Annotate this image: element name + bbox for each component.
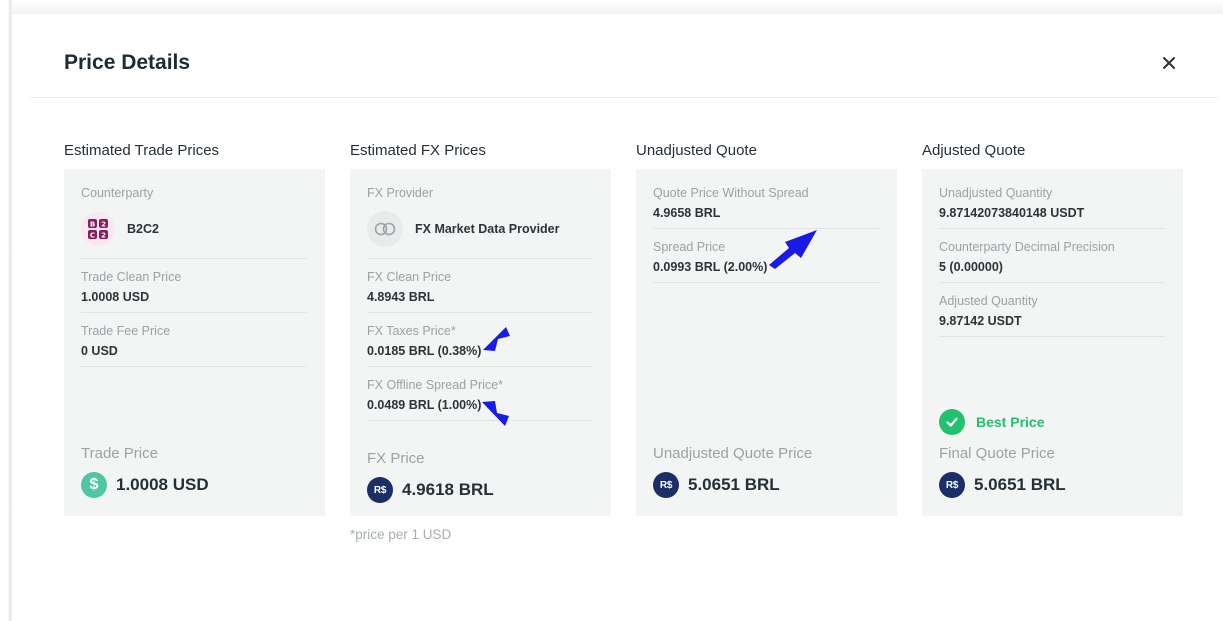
field-label: Trade Clean Price	[81, 270, 182, 284]
estimated-trade-prices-card: Counterparty B 2 C 2 B2C2 Trade Clean Pr…	[64, 169, 325, 516]
annotation-arrow-icon	[482, 401, 509, 426]
fx-price-value: 4.9618 BRL	[402, 480, 494, 499]
field-label: Spread Price	[653, 240, 726, 254]
modal-header: Price Details	[29, 27, 1219, 98]
b2c2-logo-icon: B 2 C 2	[81, 212, 115, 246]
divider	[81, 366, 307, 367]
divider	[367, 366, 593, 367]
spread-price-field: Spread Price 0.0993 BRL (2.00%)	[653, 240, 879, 274]
final-quote-price-label: Final Quote Price	[939, 445, 1055, 462]
unadjusted-quantity-field: Unadjusted Quantity 9.87142073840148 USD…	[939, 186, 1165, 220]
fx-provider-field: FX Provider	[367, 186, 593, 200]
unadjusted-quote-price-label: Unadjusted Quote Price	[653, 445, 813, 462]
counterparty-label: Counterparty	[81, 186, 154, 200]
window-top-shadow	[12, 0, 1223, 14]
field-label: Quote Price Without Spread	[653, 186, 809, 200]
footnote: *price per 1 USD	[350, 527, 452, 542]
field-label: Trade Fee Price	[81, 324, 171, 338]
field-value: 4.9658 BRL	[653, 206, 721, 220]
counterparty-name: B2C2	[127, 222, 159, 236]
field-value: 5 (0.00000)	[939, 260, 1003, 274]
counterparty-field: Counterparty	[81, 186, 307, 200]
trade-price-row: $ 1.0008 USD	[81, 472, 209, 498]
dollar-coin-icon: $	[81, 472, 107, 498]
trade-fee-price-field: Trade Fee Price 0 USD	[81, 324, 307, 358]
best-price-label: Best Price	[976, 414, 1045, 430]
svg-text:C: C	[90, 232, 95, 240]
close-button[interactable]	[1157, 51, 1181, 75]
unadjusted-quote-card: Quote Price Without Spread 4.9658 BRL Sp…	[636, 169, 897, 516]
divider	[653, 228, 879, 229]
counterparty-decimal-precision-field: Counterparty Decimal Precision 5 (0.0000…	[939, 240, 1165, 274]
fx-clean-price-field: FX Clean Price 4.8943 BRL	[367, 270, 593, 304]
adjusted-quote-title: Adjusted Quote	[922, 142, 1026, 159]
modal-title: Price Details	[64, 51, 191, 74]
fx-provider-logo-icon	[367, 211, 403, 247]
fx-provider-label: FX Provider	[367, 186, 433, 200]
field-value: 0.0993 BRL (2.00%)	[653, 260, 768, 274]
svg-text:B: B	[90, 221, 95, 229]
fx-price-label: FX Price	[367, 450, 425, 467]
trade-clean-price-field: Trade Clean Price 1.0008 USD	[81, 270, 307, 304]
final-quote-price-row: R$ 5.0651 BRL	[939, 472, 1066, 498]
close-icon	[1163, 57, 1175, 69]
unadjusted-quote-price-row: R$ 5.0651 BRL	[653, 472, 780, 498]
best-price-badge: Best Price	[939, 409, 1044, 435]
divider	[939, 228, 1165, 229]
svg-text:2: 2	[101, 232, 106, 240]
annotation-arrow-icon	[483, 327, 510, 351]
quote-price-without-spread-field: Quote Price Without Spread 4.9658 BRL	[653, 186, 879, 220]
estimated-trade-prices-title: Estimated Trade Prices	[64, 142, 220, 159]
fx-provider-name: FX Market Data Provider	[415, 222, 560, 236]
field-label: Adjusted Quantity	[939, 294, 1038, 308]
field-value: 1.0008 USD	[81, 290, 150, 304]
window-edge	[0, 0, 12, 621]
divider	[367, 312, 593, 313]
field-label: Counterparty Decimal Precision	[939, 240, 1115, 254]
brl-coin-icon: R$	[653, 472, 679, 498]
divider	[939, 336, 1165, 337]
field-label: FX Clean Price	[367, 270, 452, 284]
trade-price-value: 1.0008 USD	[116, 475, 209, 494]
field-label: Unadjusted Quantity	[939, 186, 1053, 200]
price-details-modal: Price Details Estimated Trade Prices Cou…	[29, 27, 1219, 612]
trade-price-label: Trade Price	[81, 445, 158, 462]
check-circle-icon	[939, 409, 965, 435]
field-label: FX Offline Spread Price*	[367, 378, 503, 392]
final-quote-price-value: 5.0651 BRL	[974, 475, 1066, 494]
svg-text:2: 2	[101, 221, 106, 229]
divider	[367, 258, 593, 259]
fx-price-row: R$ 4.9618 BRL	[367, 477, 494, 503]
adjusted-quantity-field: Adjusted Quantity 9.87142 USDT	[939, 294, 1165, 328]
brl-coin-icon: R$	[367, 477, 393, 503]
fx-provider-row: FX Market Data Provider	[367, 211, 560, 247]
adjusted-quote-card: Unadjusted Quantity 9.87142073840148 USD…	[922, 169, 1183, 516]
estimated-fx-prices-title: Estimated FX Prices	[350, 142, 486, 159]
divider	[939, 282, 1165, 283]
field-value: 9.87142073840148 USDT	[939, 206, 1085, 220]
unadjusted-quote-price-value: 5.0651 BRL	[688, 475, 780, 494]
brl-coin-icon: R$	[939, 472, 965, 498]
divider	[653, 282, 879, 283]
divider	[81, 312, 307, 313]
counterparty-row: B 2 C 2 B2C2	[81, 212, 159, 246]
annotation-arrow-icon	[769, 230, 817, 269]
divider	[81, 258, 307, 259]
unadjusted-quote-title: Unadjusted Quote	[636, 142, 757, 159]
field-value: 0 USD	[81, 344, 118, 358]
field-value: 4.8943 BRL	[367, 290, 435, 304]
field-value: 9.87142 USDT	[939, 314, 1022, 328]
